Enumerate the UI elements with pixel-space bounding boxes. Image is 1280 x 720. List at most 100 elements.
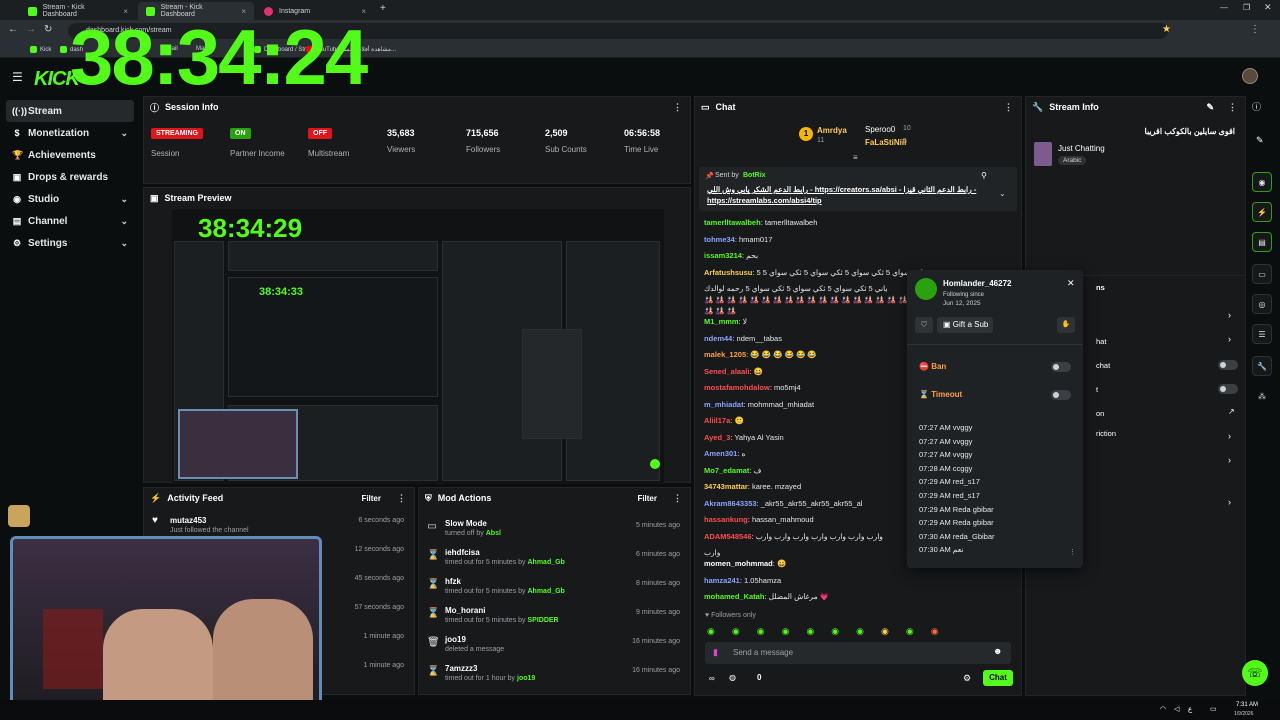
- chat-username[interactable]: tamerlltawalbeh: [704, 218, 761, 227]
- sidebar-item-stream[interactable]: ((·)) Stream: [6, 100, 134, 122]
- wifi-icon[interactable]: ◠: [1160, 705, 1166, 713]
- help-icon[interactable]: ⓘ: [1252, 100, 1261, 113]
- viewer-link-icon[interactable]: ∞: [709, 674, 715, 683]
- mod-action-moderator[interactable]: Absl: [486, 530, 501, 537]
- gift-sub-button[interactable]: ▣ Gift a Sub: [937, 317, 993, 333]
- more-options-icon[interactable]: ⋮: [397, 493, 406, 504]
- chat-message[interactable]: issam3214: بحم: [704, 251, 1014, 260]
- chat-username[interactable]: hassankung: [704, 515, 748, 524]
- rail-button-list[interactable]: ☰: [1252, 324, 1272, 344]
- user-avatar[interactable]: [1242, 68, 1258, 84]
- timeout-toggle[interactable]: [1051, 390, 1071, 400]
- ban-toggle[interactable]: [1051, 362, 1071, 372]
- mod-action-row[interactable]: ⌛ iehdfcisa timed out for 5 minutes by A…: [419, 545, 690, 574]
- rail-button-bolt[interactable]: ⚡: [1252, 202, 1272, 222]
- edit-icon[interactable]: ✎: [1206, 102, 1214, 113]
- bookmark-star-icon[interactable]: ★: [1162, 24, 1171, 35]
- sidebar-item-settings[interactable]: ⚙ Settings ⌄: [6, 232, 134, 254]
- chat-username[interactable]: ndem44: [704, 334, 732, 343]
- chat-input[interactable]: ▮ Send a message ☻: [705, 642, 1011, 664]
- send-chat-button[interactable]: Chat: [983, 670, 1013, 686]
- emote-icon[interactable]: ◉: [931, 626, 939, 638]
- more-options-icon[interactable]: ⋮: [673, 493, 682, 504]
- pinned-bot-name[interactable]: BotRix: [743, 172, 766, 179]
- chat-username[interactable]: issam3214: [704, 251, 742, 260]
- rail-button-doc[interactable]: ▤: [1252, 232, 1272, 252]
- emote-icon[interactable]: ◉: [881, 626, 889, 638]
- chevron-right-icon[interactable]: ›: [1228, 431, 1231, 441]
- sidebar-item-achievements[interactable]: 🏆 Achievements: [6, 144, 134, 166]
- rail-button-camera[interactable]: ◉: [1252, 172, 1272, 192]
- more-options-icon[interactable]: ⋮: [1004, 102, 1013, 113]
- pinned-message[interactable]: 📌 Sent by BotRix رابط الدعم الشكر يابي و…: [699, 167, 1017, 211]
- filter-button[interactable]: Filter: [637, 494, 657, 503]
- mod-action-moderator[interactable]: Ahmad_Gb: [528, 588, 565, 595]
- sidebar-item-drops[interactable]: ▣ Drops & rewards: [6, 166, 134, 188]
- sidebar-item-channel[interactable]: ▤ Channel ⌄: [6, 210, 134, 232]
- toggle-switch[interactable]: [1218, 360, 1238, 370]
- pinned-text[interactable]: رابط الدعم الشكر يابي وش اللي - https://…: [707, 184, 997, 206]
- mod-action-row[interactable]: 🗑 joo19 deleted a message 16 minutes ago: [419, 632, 690, 661]
- rail-button-nodes[interactable]: ⁂: [1252, 386, 1272, 406]
- scrollbar[interactable]: ⋮: [1069, 548, 1076, 556]
- leaderboard-name[interactable]: Amrdya: [817, 126, 847, 135]
- rail-button-wrench[interactable]: 🔧: [1252, 356, 1272, 376]
- chat-username[interactable]: Akram8643353: [704, 499, 757, 508]
- emoji-picker-icon[interactable]: ☻: [993, 646, 1002, 656]
- chat-username[interactable]: ADAM548546: [704, 532, 752, 541]
- chat-username[interactable]: malek_1205: [704, 350, 746, 359]
- leaderboard-name[interactable]: FaLaStiNiii: [865, 138, 906, 147]
- chat-username[interactable]: Mo7_edamat: [704, 466, 749, 475]
- chat-username[interactable]: m_mhiadat: [704, 400, 744, 409]
- chat-settings-icon[interactable]: ⚙: [963, 673, 971, 684]
- bookmark-item[interactable]: Kick: [30, 46, 51, 53]
- emote-icon[interactable]: ◉: [906, 626, 914, 638]
- collapse-leaderboard-icon[interactable]: ≡: [853, 153, 858, 162]
- chat-username[interactable]: momen_mohmmad: [704, 559, 773, 568]
- mod-action-row[interactable]: ▭ Slow Mode turned off by Absl 5 minutes…: [419, 516, 690, 545]
- chat-username[interactable]: Aliil17a: [704, 416, 730, 425]
- language-icon[interactable]: ع: [1188, 705, 1192, 713]
- chat-username[interactable]: Sened_alaali: [704, 367, 749, 376]
- external-link-icon[interactable]: ↗: [1228, 407, 1235, 416]
- chat-username[interactable]: mostafamohdalow: [704, 383, 770, 392]
- emote-icon[interactable]: ◉: [782, 626, 790, 638]
- sidebar-item-monetization[interactable]: $ Monetization ⌄: [6, 122, 134, 144]
- support-chat-button[interactable]: ☏: [1242, 660, 1268, 686]
- chevron-right-icon[interactable]: ›: [1228, 497, 1231, 507]
- restore-icon[interactable]: ❐: [1243, 3, 1250, 12]
- close-window-icon[interactable]: ✕: [1264, 2, 1272, 13]
- emote-icon[interactable]: ◉: [806, 626, 814, 638]
- chat-username[interactable]: Ayed_3: [704, 433, 730, 442]
- chevron-right-icon[interactable]: ›: [1228, 334, 1231, 344]
- stream-category[interactable]: Just Chatting: [1058, 144, 1105, 153]
- user-card-username[interactable]: Homlander_46272: [943, 279, 1011, 288]
- mod-action-moderator[interactable]: joo19: [517, 675, 535, 682]
- chat-username[interactable]: Amen301: [704, 449, 737, 458]
- chat-message[interactable]: tamerlltawalbeh: tamerlltawalbeh: [704, 218, 1014, 227]
- rail-button-broadcast[interactable]: ◎: [1252, 294, 1272, 314]
- more-options-icon[interactable]: ⋮: [1228, 102, 1237, 113]
- chevron-right-icon[interactable]: ›: [1228, 455, 1231, 465]
- close-icon[interactable]: ✕: [1067, 278, 1075, 289]
- chat-message[interactable]: mohamed_Katah: مرغاش المضلل 💗: [704, 592, 1014, 601]
- emote-icon[interactable]: ◉: [831, 626, 839, 638]
- chat-message[interactable]: tohme34: hmam017: [704, 235, 1014, 244]
- chat-username[interactable]: M1_mmm: [704, 317, 739, 326]
- follow-heart-icon[interactable]: ♡: [915, 317, 933, 333]
- microphone-icon[interactable]: ▮: [713, 647, 718, 658]
- chat-username[interactable]: 34743mattar: [704, 482, 748, 491]
- edit-icon[interactable]: ✎: [1256, 135, 1264, 146]
- volume-icon[interactable]: ◁: [1174, 705, 1179, 713]
- more-options-icon[interactable]: ⋮: [673, 102, 682, 113]
- emote-icon[interactable]: ◉: [732, 626, 740, 638]
- menu-kebab-icon[interactable]: ⋮: [1250, 24, 1260, 35]
- emote-icon[interactable]: ◉: [707, 626, 715, 638]
- back-icon[interactable]: ←: [8, 24, 18, 35]
- feed-row[interactable]: ♥ mutaz453 Just followed the channel 6 s…: [144, 510, 414, 539]
- forward-icon[interactable]: →: [26, 24, 36, 35]
- toggle-switch[interactable]: [1218, 384, 1238, 394]
- hamburger-menu-icon[interactable]: ☰: [12, 70, 23, 84]
- mod-hand-icon[interactable]: ✋: [1057, 317, 1075, 333]
- sidebar-item-studio[interactable]: ◉ Studio ⌄: [6, 188, 134, 210]
